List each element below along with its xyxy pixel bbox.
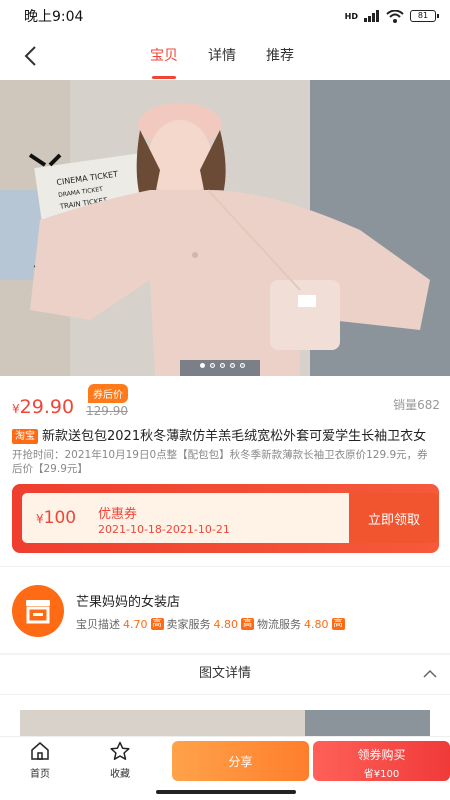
carousel-dot[interactable] bbox=[220, 363, 225, 368]
shop-scores: 宝贝描述 4.70 高 卖家服务 4.80 高 物流服务 4.80 高 bbox=[76, 616, 348, 632]
status-bar: 晚上9:04 HD 81 bbox=[0, 0, 450, 32]
score-badge: 高 bbox=[150, 618, 164, 630]
carousel-dot[interactable] bbox=[210, 363, 215, 368]
original-price: 129.90 bbox=[86, 404, 128, 418]
coupon-amount-value: 100 bbox=[43, 508, 77, 528]
chevron-left-icon bbox=[24, 46, 36, 66]
signal-icon bbox=[364, 10, 379, 22]
wifi-icon bbox=[386, 9, 404, 23]
coupon-label: 优惠券 bbox=[98, 507, 138, 522]
price-value: 29.90 bbox=[19, 396, 75, 418]
chevron-up-icon[interactable] bbox=[422, 666, 438, 682]
coupon-dates: 2021-10-18-2021-10-21 bbox=[98, 523, 230, 536]
score-value: 4.80 bbox=[213, 617, 239, 631]
claim-coupon-button[interactable]: 立即领取 bbox=[349, 493, 439, 543]
top-nav: 宝贝 详情 推荐 bbox=[0, 32, 450, 79]
product-title-text: 新款送包包2021秋冬薄款仿羊羔毛绒宽松外套可爱学生长袖卫衣女 bbox=[42, 429, 427, 444]
star-icon bbox=[110, 741, 130, 760]
favorite-label: 收藏 bbox=[110, 769, 130, 780]
score-badge: 高 bbox=[331, 618, 345, 630]
bottom-action-bar: 首页 收藏 分享 领券购买 省¥100 bbox=[0, 736, 450, 800]
claim-and-buy-button[interactable]: 领券购买 省¥100 bbox=[313, 741, 450, 781]
carousel-dots bbox=[200, 363, 245, 368]
tab-details[interactable]: 详情 bbox=[208, 45, 236, 65]
sales-count: 销量682 bbox=[393, 398, 440, 412]
product-title: 淘宝 新款送包包2021秋冬薄款仿羊羔毛绒宽松外套可爱学生长袖卫衣女 bbox=[12, 428, 440, 446]
tab-bar: 宝贝 详情 推荐 bbox=[150, 32, 294, 79]
status-icons: HD 81 bbox=[344, 9, 439, 23]
price-row: 券后价 ¥29.90 129.90 销量682 bbox=[10, 384, 440, 424]
score-label: 宝贝描述 bbox=[76, 618, 120, 631]
tab-recommend[interactable]: 推荐 bbox=[266, 45, 294, 65]
buy-savings: 省¥100 bbox=[363, 769, 400, 780]
platform-badge: 淘宝 bbox=[12, 429, 38, 444]
score-value: 4.70 bbox=[123, 617, 148, 631]
shop-name[interactable]: 芒果妈妈的女装店 bbox=[76, 591, 180, 610]
detail-section-title[interactable]: 图文详情 bbox=[0, 655, 450, 693]
product-image-carousel[interactable]: CINEMA TICKET DRAMA TICKET TRAIN TICKET bbox=[0, 80, 450, 376]
coupon-currency: ¥ bbox=[36, 512, 44, 526]
coupon-price-tag: 券后价 bbox=[88, 384, 128, 403]
back-button[interactable] bbox=[16, 42, 44, 70]
tab-item[interactable]: 宝贝 bbox=[150, 45, 178, 79]
network-label: HD bbox=[344, 11, 358, 21]
score-label: 卖家服务 bbox=[166, 618, 211, 631]
status-time: 晚上9:04 bbox=[24, 9, 84, 25]
home-icon bbox=[31, 742, 49, 760]
coupon-banner: ¥100 优惠券 2021-10-18-2021-10-21 立即领取 bbox=[12, 484, 439, 553]
carousel-dot[interactable] bbox=[230, 363, 235, 368]
coupon-card: ¥100 优惠券 2021-10-18-2021-10-21 bbox=[22, 493, 356, 543]
shop-logo[interactable] bbox=[12, 585, 64, 637]
carousel-dot[interactable] bbox=[240, 363, 245, 368]
home-indicator bbox=[156, 790, 296, 794]
battery-level: 81 bbox=[417, 11, 429, 20]
home-button[interactable]: 首页 bbox=[15, 741, 65, 780]
shop-icon bbox=[26, 600, 50, 624]
score-badge: 高 bbox=[241, 618, 255, 630]
battery-icon: 81 bbox=[410, 10, 439, 22]
favorite-button[interactable]: 收藏 bbox=[95, 741, 145, 780]
home-label: 首页 bbox=[30, 769, 50, 780]
score-label: 物流服务 bbox=[257, 618, 302, 631]
current-price: ¥29.90 bbox=[12, 396, 74, 418]
coupon-amount: ¥100 bbox=[36, 508, 76, 528]
product-description: 开抢时间：2021年10月19日0点整【配包包】秋冬季新款薄款长袖卫衣原价129… bbox=[12, 449, 428, 475]
product-photo: CINEMA TICKET DRAMA TICKET TRAIN TICKET bbox=[0, 80, 450, 376]
currency-symbol: ¥ bbox=[12, 402, 20, 416]
section-divider bbox=[0, 694, 450, 695]
score-value: 4.80 bbox=[304, 617, 329, 631]
buy-label: 领券购买 bbox=[357, 748, 406, 762]
carousel-dot[interactable] bbox=[200, 363, 205, 368]
section-divider bbox=[0, 566, 450, 567]
share-button[interactable]: 分享 bbox=[172, 741, 309, 781]
